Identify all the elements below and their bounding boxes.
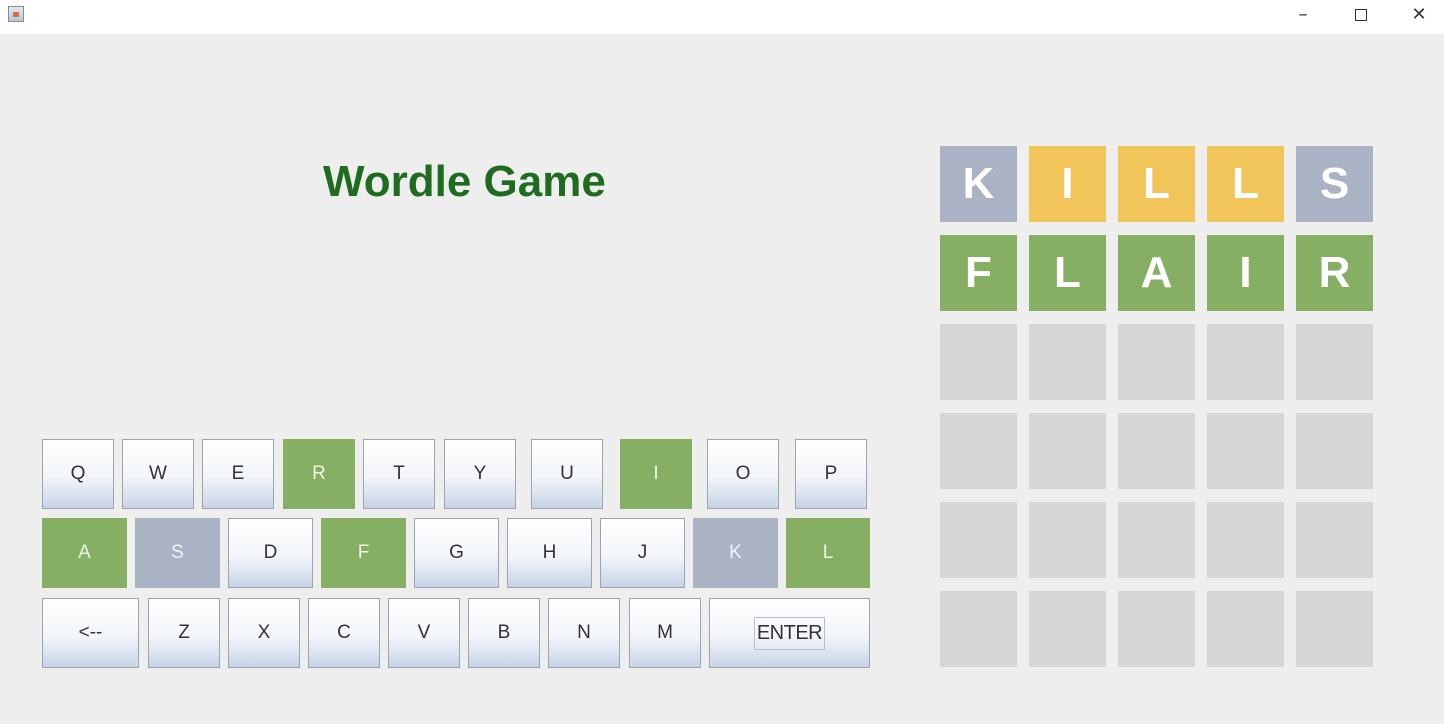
board-tile <box>1207 324 1284 400</box>
board-tile <box>1118 591 1195 667</box>
key-label: T <box>393 463 405 484</box>
key-label: V <box>417 622 431 643</box>
board-tile <box>940 502 1017 578</box>
board-tile <box>1207 591 1284 667</box>
java-cup-icon <box>8 6 24 22</box>
key-v[interactable]: V <box>388 598 460 668</box>
key-n[interactable]: N <box>548 598 620 668</box>
key-label: I <box>653 463 659 484</box>
key-m[interactable]: M <box>629 598 701 668</box>
key-label: <-- <box>78 622 103 643</box>
board-tile <box>1207 502 1284 578</box>
key-label: P <box>824 463 838 484</box>
minimize-button[interactable]: – <box>1280 0 1326 32</box>
key-label: ENTER <box>753 616 826 650</box>
key-label: K <box>729 542 742 563</box>
board-tile <box>940 324 1017 400</box>
board-tile: L <box>1207 146 1284 222</box>
key-label: L <box>822 542 834 563</box>
key-label: H <box>542 542 557 563</box>
board-tile: R <box>1296 235 1373 311</box>
key-label: A <box>78 542 91 563</box>
key-label: D <box>263 542 278 563</box>
key-label: N <box>577 622 591 643</box>
board-tile: L <box>1118 146 1195 222</box>
key-p[interactable]: P <box>795 439 867 509</box>
key-h[interactable]: H <box>507 518 592 588</box>
board-tile <box>1118 324 1195 400</box>
key-label: E <box>231 463 245 484</box>
board-tile: I <box>1029 146 1106 222</box>
key-t[interactable]: T <box>363 439 435 509</box>
maximize-button[interactable] <box>1338 0 1384 32</box>
board-tile <box>1296 413 1373 489</box>
key-w[interactable]: W <box>122 439 194 509</box>
key-label: M <box>657 622 673 643</box>
key-label: W <box>149 463 167 484</box>
key-x[interactable]: X <box>228 598 300 668</box>
key-label: G <box>449 542 464 563</box>
key-r[interactable]: R <box>283 439 355 509</box>
key-i[interactable]: I <box>620 439 692 509</box>
key-b[interactable]: B <box>468 598 540 668</box>
key-k[interactable]: K <box>693 518 778 588</box>
board-tile <box>1296 591 1373 667</box>
key-enter[interactable]: ENTER <box>709 598 870 668</box>
key-l[interactable]: L <box>786 518 870 588</box>
key-label: Q <box>70 463 86 484</box>
key-q[interactable]: Q <box>42 439 114 509</box>
key-e[interactable]: E <box>202 439 274 509</box>
key-s[interactable]: S <box>135 518 220 588</box>
board-tile <box>940 413 1017 489</box>
key-label: X <box>257 622 271 643</box>
maximize-icon <box>1355 9 1367 21</box>
key-label: O <box>735 463 751 484</box>
board-tile: I <box>1207 235 1284 311</box>
key-c[interactable]: C <box>308 598 380 668</box>
key-j[interactable]: J <box>600 518 685 588</box>
key-f[interactable]: F <box>321 518 406 588</box>
key-u[interactable]: U <box>531 439 603 509</box>
key-label: J <box>637 542 648 563</box>
key-label: Y <box>473 463 487 484</box>
key-label: B <box>497 622 511 643</box>
key-g[interactable]: G <box>414 518 499 588</box>
key-label: F <box>357 542 370 563</box>
key-a[interactable]: A <box>42 518 127 588</box>
key-z[interactable]: Z <box>148 598 220 668</box>
key-d[interactable]: D <box>228 518 313 588</box>
board-tile <box>1207 413 1284 489</box>
board-tile: F <box>940 235 1017 311</box>
close-button[interactable]: ✕ <box>1396 0 1442 32</box>
key-o[interactable]: O <box>707 439 779 509</box>
board-tile <box>1296 502 1373 578</box>
key-label: U <box>560 463 574 484</box>
board-tile <box>1029 413 1106 489</box>
key-backspace[interactable]: <-- <box>42 598 139 668</box>
board-tile <box>1029 502 1106 578</box>
board-tile <box>940 591 1017 667</box>
board-tile <box>1118 502 1195 578</box>
board-tile: S <box>1296 146 1373 222</box>
page-title: Wordle Game <box>323 157 606 206</box>
board-tile <box>1029 324 1106 400</box>
board-tile: L <box>1029 235 1106 311</box>
board-tile <box>1029 591 1106 667</box>
key-label: Z <box>178 622 190 643</box>
key-label: C <box>337 622 351 643</box>
board-tile: K <box>940 146 1017 222</box>
board-tile <box>1296 324 1373 400</box>
board-tile <box>1118 413 1195 489</box>
key-label: R <box>312 463 326 484</box>
key-y[interactable]: Y <box>444 439 516 509</box>
board-tile: A <box>1118 235 1195 311</box>
key-label: S <box>171 542 184 563</box>
window-titlebar: – ✕ <box>0 0 1444 34</box>
